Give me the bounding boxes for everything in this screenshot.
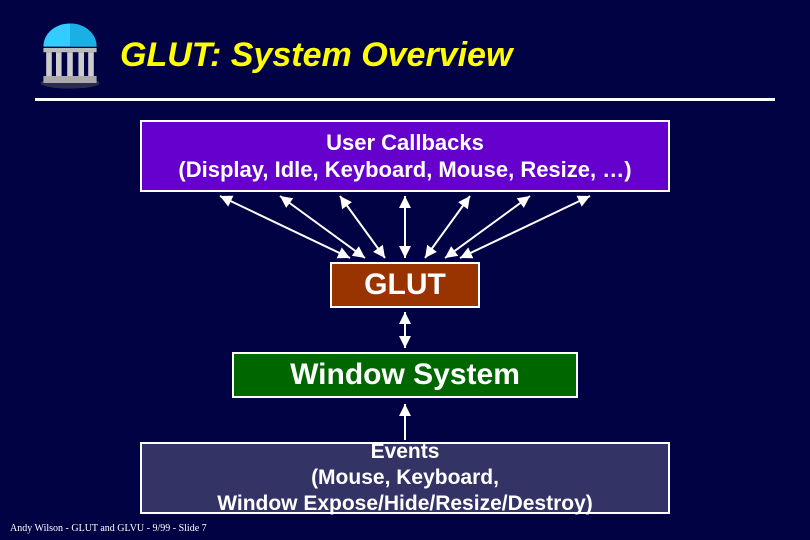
callbacks-line1: User Callbacks [326,129,484,157]
events-line2: (Mouse, Keyboard, [311,465,499,491]
slide-title: GLUT: System Overview [120,36,512,75]
window-label: Window System [290,356,520,394]
events-line1: Events [371,439,440,465]
diagram-area: User Callbacks (Display, Idle, Keyboard,… [0,110,810,510]
slide-header: GLUT: System Overview [35,20,775,101]
slide-footer: Andy Wilson - GLUT and GLVU - 9/99 - Sli… [10,523,207,534]
box-user-callbacks: User Callbacks (Display, Idle, Keyboard,… [140,120,670,192]
box-window-system: Window System [232,352,578,398]
box-glut: GLUT [330,262,480,308]
events-line3: Window Expose/Hide/Resize/Destroy) [217,491,593,517]
box-events: Events (Mouse, Keyboard, Window Expose/H… [140,442,670,514]
callbacks-line2: (Display, Idle, Keyboard, Mouse, Resize,… [178,156,631,184]
pavilion-icon [35,20,105,90]
glut-label: GLUT [364,266,446,304]
